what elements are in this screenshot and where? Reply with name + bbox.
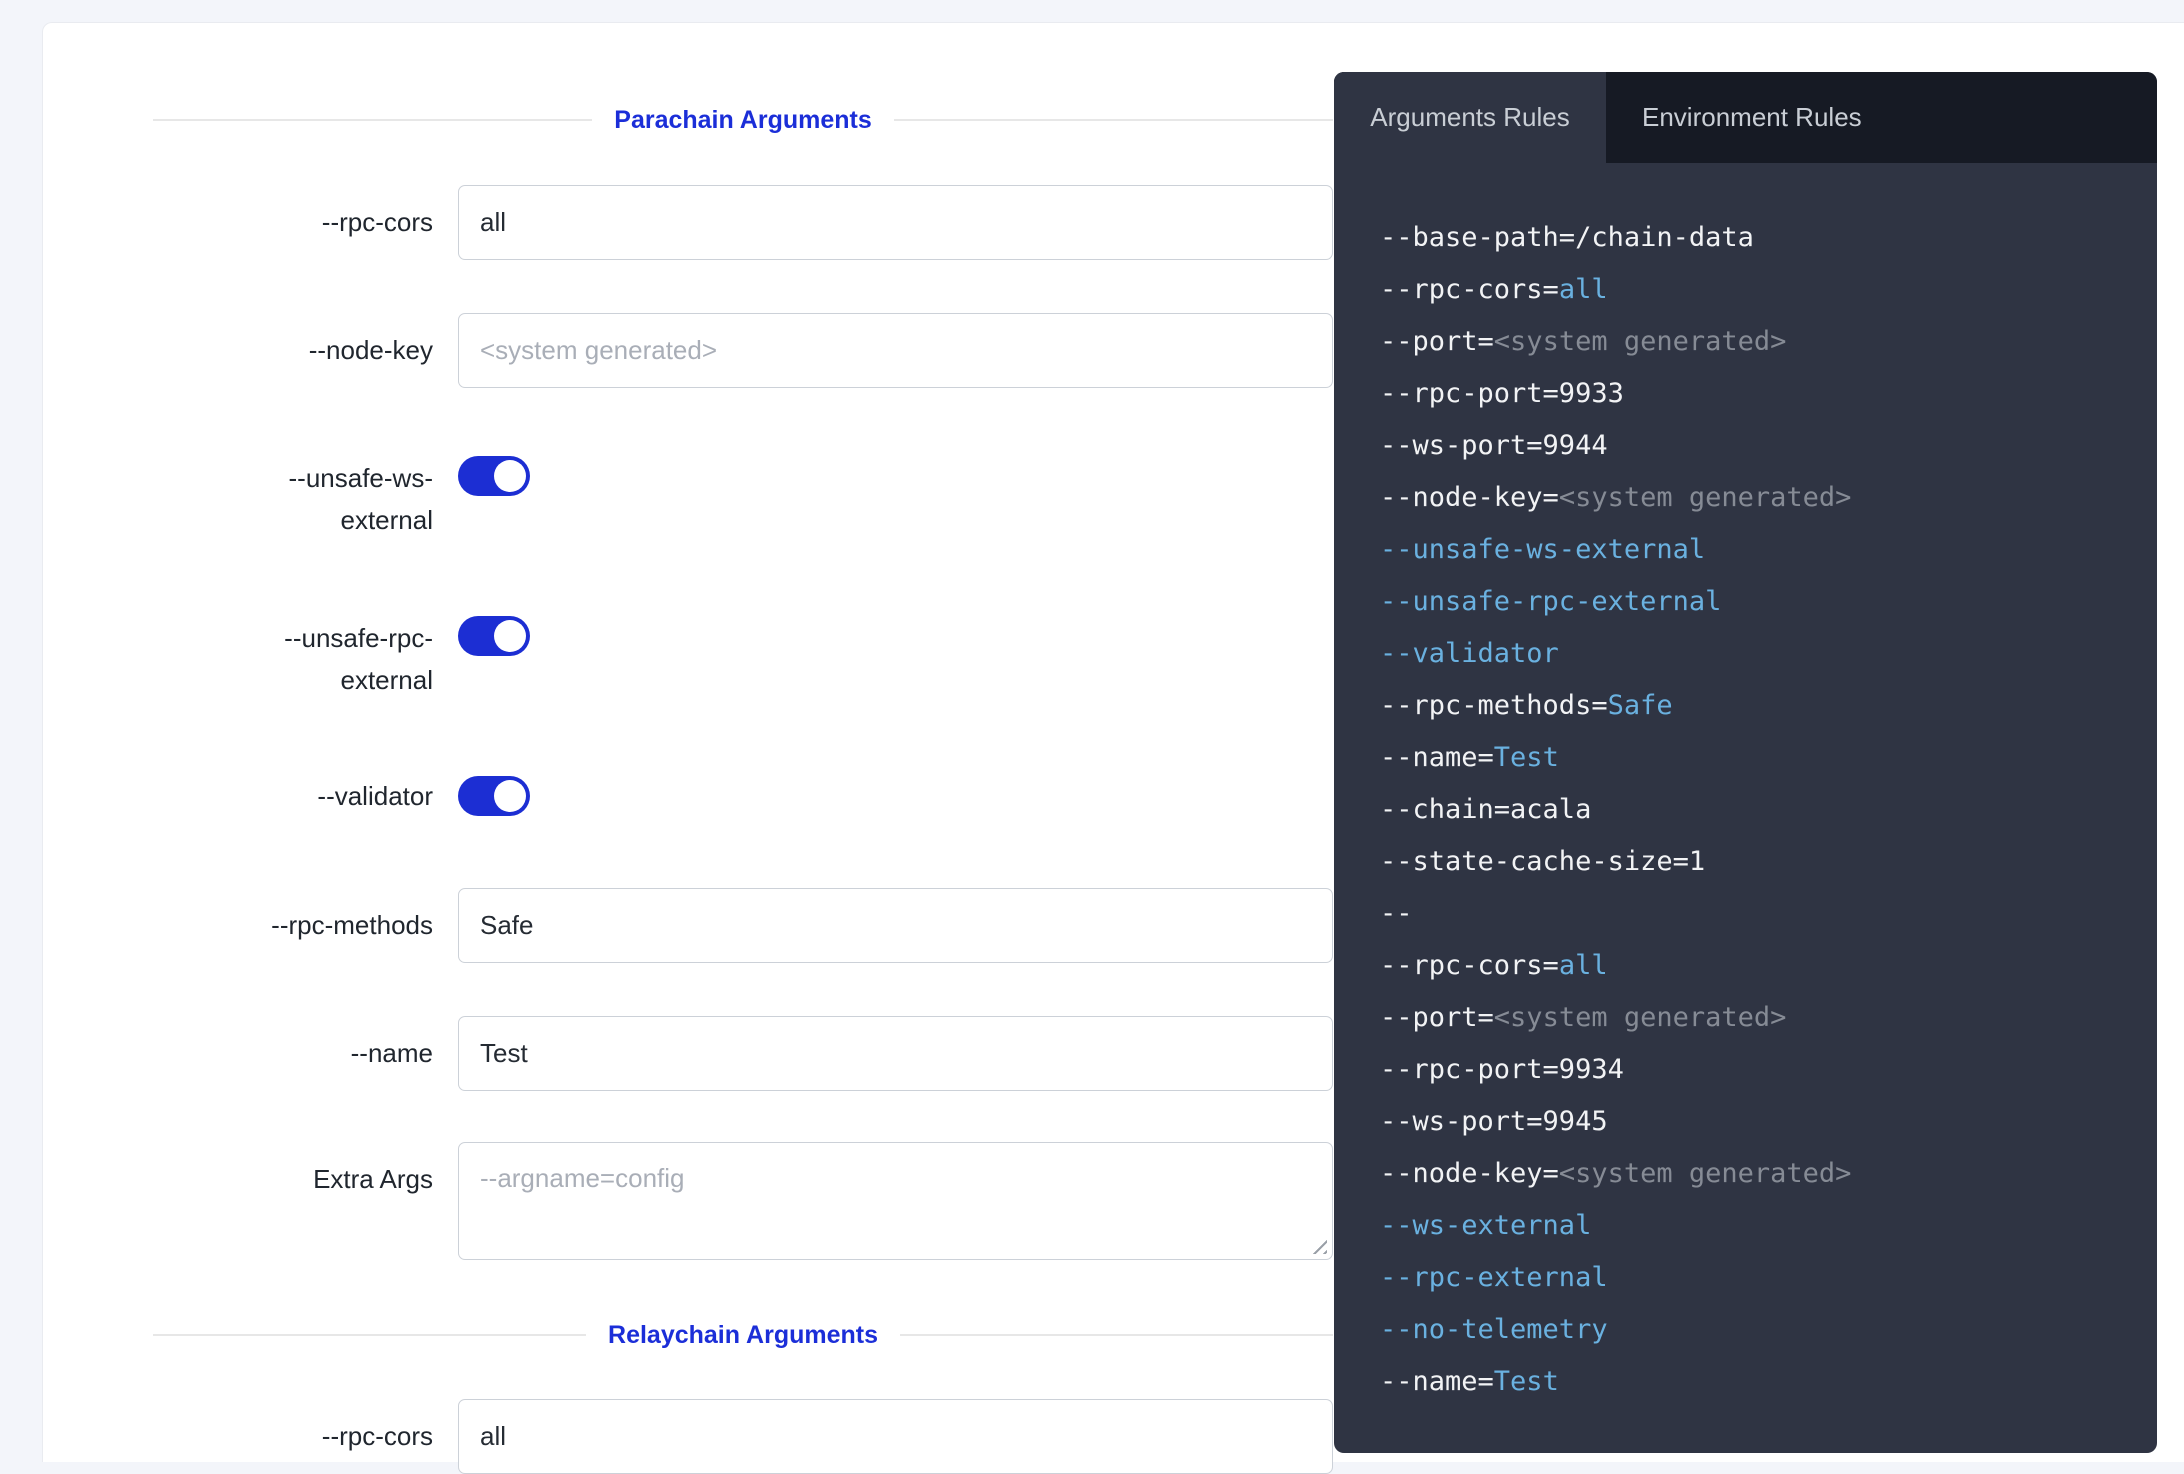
- console-segment: --: [1380, 898, 1413, 929]
- console-segment: --validator: [1380, 638, 1559, 669]
- console-line: --node-key=<system generated>: [1380, 472, 2127, 524]
- console-line: --node-key=<system generated>: [1380, 1148, 2127, 1200]
- console-line: --rpc-methods=Safe: [1380, 680, 2127, 732]
- rpc-methods-input[interactable]: [458, 888, 1333, 963]
- form-row-node-key: --node-key: [113, 313, 1333, 388]
- field-label-relay-rpc-cors: --rpc-cors: [113, 1399, 433, 1474]
- console-line: --rpc-external: [1380, 1252, 2127, 1304]
- console-line: --rpc-cors=all: [1380, 940, 2127, 992]
- rules-tabbar: Arguments Rules Environment Rules: [1334, 72, 2157, 163]
- toggle-knob: [494, 780, 526, 812]
- console-segment: --rpc-port=9934: [1380, 1054, 1624, 1085]
- console-segment: --rpc-cors=: [1380, 274, 1559, 305]
- console-line: --state-cache-size=1: [1380, 836, 2127, 888]
- unsafe-ws-external-toggle[interactable]: [458, 456, 530, 496]
- console-segment: all: [1559, 950, 1608, 981]
- node-key-input[interactable]: [458, 313, 1333, 388]
- validator-toggle[interactable]: [458, 776, 530, 816]
- console-segment: --ws-port=9945: [1380, 1106, 1608, 1137]
- console-segment: Safe: [1608, 690, 1673, 721]
- field-label-name: --name: [113, 1016, 433, 1091]
- console-segment: <system generated>: [1494, 1002, 1787, 1033]
- console-line: --unsafe-ws-external: [1380, 524, 2127, 576]
- divider-line: [153, 1334, 586, 1336]
- console-line: --ws-port=9944: [1380, 420, 2127, 472]
- console-segment: --port=: [1380, 1002, 1494, 1033]
- console-segment: --port=: [1380, 326, 1494, 357]
- console-segment: --rpc-methods=: [1380, 690, 1608, 721]
- console-segment: --unsafe-rpc-external: [1380, 586, 1721, 617]
- field-label-node-key: --node-key: [113, 313, 433, 388]
- console-segment: --chain=acala: [1380, 794, 1591, 825]
- console-segment: Test: [1494, 1366, 1559, 1397]
- divider-line: [900, 1334, 1333, 1336]
- console-line: --name=Test: [1380, 1356, 2127, 1408]
- console-segment: <system generated>: [1559, 1158, 1852, 1189]
- section-title-relaychain: Relaychain Arguments: [586, 1321, 900, 1350]
- toggle-knob: [494, 620, 526, 652]
- field-label-rpc-cors: --rpc-cors: [113, 185, 433, 260]
- tab-environment-rules[interactable]: Environment Rules: [1606, 72, 2157, 163]
- console-line: --rpc-cors=all: [1380, 264, 2127, 316]
- console-line: --port=<system generated>: [1380, 316, 2127, 368]
- divider-line: [894, 119, 1333, 121]
- section-title-parachain: Parachain Arguments: [592, 106, 893, 135]
- console-segment: --name=: [1380, 1366, 1494, 1397]
- unsafe-rpc-external-toggle[interactable]: [458, 616, 530, 656]
- console-segment: --no-telemetry: [1380, 1314, 1608, 1345]
- console-line: --rpc-port=9934: [1380, 1044, 2127, 1096]
- console-line: --rpc-port=9933: [1380, 368, 2127, 420]
- console-segment: --state-cache-size=1: [1380, 846, 1705, 877]
- console-line: --name=Test: [1380, 732, 2127, 784]
- console-segment: --rpc-external: [1380, 1262, 1608, 1293]
- rpc-cors-input[interactable]: [458, 185, 1333, 260]
- field-label-extra-args: Extra Args: [113, 1142, 433, 1217]
- extra-args-textarea[interactable]: [458, 1142, 1333, 1260]
- rules-console: --base-path=/chain-data--rpc-cors=all--p…: [1334, 163, 2157, 1408]
- field-label-rpc-methods: --rpc-methods: [113, 888, 433, 963]
- console-line: --port=<system generated>: [1380, 992, 2127, 1044]
- form-row-rpc-methods: --rpc-methods: [113, 888, 1333, 963]
- field-label-validator: --validator: [113, 776, 433, 816]
- console-line: --base-path=/chain-data: [1380, 212, 2127, 264]
- console-segment: --ws-port=9944: [1380, 430, 1608, 461]
- toggle-knob: [494, 460, 526, 492]
- console-segment: --unsafe-ws-external: [1380, 534, 1705, 565]
- console-segment: --node-key=: [1380, 482, 1559, 513]
- console-line: --chain=acala: [1380, 784, 2127, 836]
- form-row-unsafe-ws-external: --unsafe-ws- external: [113, 456, 1333, 541]
- tab-arguments-rules[interactable]: Arguments Rules: [1334, 72, 1606, 163]
- rules-panel: Arguments Rules Environment Rules --base…: [1334, 72, 2157, 1453]
- section-divider-relaychain: Relaychain Arguments: [153, 1320, 1333, 1350]
- console-segment: --rpc-port=9933: [1380, 378, 1624, 409]
- form-row-rpc-cors: --rpc-cors: [113, 185, 1333, 260]
- relay-rpc-cors-input[interactable]: [458, 1399, 1333, 1474]
- field-label-unsafe-rpc-external: --unsafe-rpc- external: [113, 616, 433, 701]
- form-row-unsafe-rpc-external: --unsafe-rpc- external: [113, 616, 1333, 701]
- console-segment: --name=: [1380, 742, 1494, 773]
- console-segment: --rpc-cors=: [1380, 950, 1559, 981]
- console-line: --unsafe-rpc-external: [1380, 576, 2127, 628]
- console-line: --ws-external: [1380, 1200, 2127, 1252]
- console-segment: --node-key=: [1380, 1158, 1559, 1189]
- form-row-validator: --validator: [113, 776, 1333, 816]
- name-input[interactable]: [458, 1016, 1333, 1091]
- console-line: --validator: [1380, 628, 2127, 680]
- console-segment: --base-path=/chain-data: [1380, 222, 1754, 253]
- console-line: --: [1380, 888, 2127, 940]
- console-line: --no-telemetry: [1380, 1304, 2127, 1356]
- console-line: --ws-port=9945: [1380, 1096, 2127, 1148]
- divider-line: [153, 119, 592, 121]
- form-row-relay-rpc-cors: --rpc-cors: [113, 1399, 1333, 1474]
- form-row-name: --name: [113, 1016, 1333, 1091]
- console-segment: <system generated>: [1494, 326, 1787, 357]
- console-segment: all: [1559, 274, 1608, 305]
- section-divider-parachain: Parachain Arguments: [153, 105, 1333, 135]
- form-row-extra-args: Extra Args: [113, 1142, 1333, 1260]
- console-segment: Test: [1494, 742, 1559, 773]
- console-segment: <system generated>: [1559, 482, 1852, 513]
- console-segment: --ws-external: [1380, 1210, 1591, 1241]
- field-label-unsafe-ws-external: --unsafe-ws- external: [113, 456, 433, 541]
